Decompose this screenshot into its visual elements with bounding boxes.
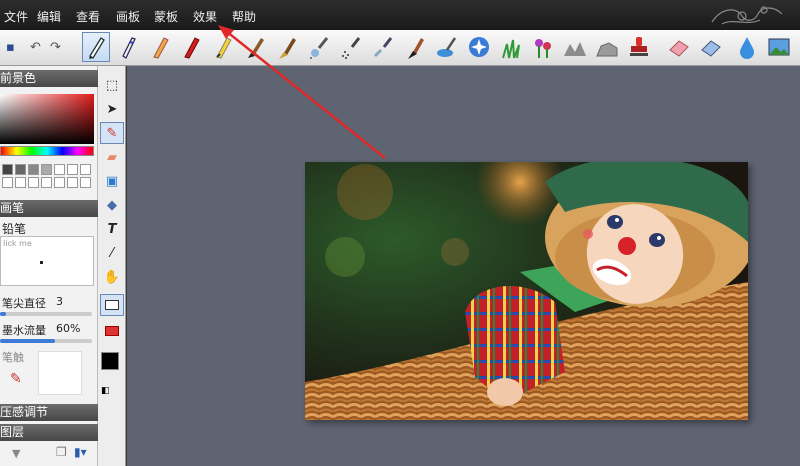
- oil-brush-tool-icon[interactable]: [273, 32, 301, 62]
- swatch[interactable]: [67, 177, 78, 188]
- swatch[interactable]: [80, 164, 91, 175]
- water-drop-tool-icon[interactable]: [733, 32, 761, 62]
- pencil-tool-icon[interactable]: [82, 32, 110, 62]
- eyedropper-icon[interactable]: ⁄: [100, 242, 124, 264]
- swatch[interactable]: [15, 177, 26, 188]
- brush-toolbar: ▪ ↶ ↷: [0, 30, 800, 66]
- brush-dot: [40, 261, 43, 264]
- swatch[interactable]: [54, 177, 65, 188]
- menu-effects[interactable]: 效果: [193, 8, 217, 25]
- tip-diameter-value: 3: [56, 295, 63, 308]
- foreground-color-swatch[interactable]: [101, 352, 119, 370]
- menu-bar: 文件 编辑 查看 画板 蒙板 效果 帮助: [0, 0, 800, 30]
- tip-diameter-label: 笔尖直径: [2, 297, 46, 310]
- swatch[interactable]: [41, 164, 52, 175]
- marker-red-tool-icon[interactable]: [177, 32, 205, 62]
- crayon-tool-icon[interactable]: [146, 32, 174, 62]
- menu-palette[interactable]: 画板: [116, 8, 140, 25]
- menu-help[interactable]: 帮助: [232, 8, 256, 25]
- app-window: 文件 编辑 查看 画板 蒙板 效果 帮助 ▪ ↶ ↷ 前景色 画笔 铅笔 lic…: [0, 0, 800, 466]
- star-stamp-tool-icon[interactable]: [465, 32, 493, 62]
- swatch[interactable]: [80, 177, 91, 188]
- layers-title: 图层: [0, 425, 25, 439]
- menu-mask[interactable]: 蒙板: [154, 8, 178, 25]
- layer-copy-icon[interactable]: ❐: [56, 445, 67, 459]
- pressure-header[interactable]: 压感调节: [0, 404, 98, 421]
- highlighter-tool-icon[interactable]: [209, 32, 237, 62]
- paint-brush-tool-icon[interactable]: [401, 32, 429, 62]
- brush-tool-icon[interactable]: ✎: [100, 122, 124, 144]
- swap-colors-icon[interactable]: ◧: [101, 386, 110, 396]
- marquee-select-icon[interactable]: ⬚: [100, 74, 124, 96]
- swatch[interactable]: [67, 164, 78, 175]
- airbrush-tool-icon[interactable]: [305, 32, 333, 62]
- pen-touch-label: 笔触: [2, 351, 24, 364]
- photo-clown-doll[interactable]: [305, 162, 748, 420]
- save-icon[interactable]: ▪: [6, 40, 15, 55]
- eraser-blue-tool-icon[interactable]: [697, 32, 725, 62]
- ink-flow-label: 墨水流量: [2, 324, 46, 337]
- brush-preview[interactable]: lick me: [0, 236, 94, 286]
- menu-edit[interactable]: 编辑: [37, 8, 61, 25]
- foreground-color-title: 前景色: [0, 71, 37, 85]
- water-brush-tool-icon[interactable]: [433, 32, 461, 62]
- swatch[interactable]: [15, 164, 26, 175]
- brush-header[interactable]: 画笔: [0, 200, 98, 217]
- undo-icon[interactable]: ↶: [30, 40, 41, 55]
- spray-tool-icon[interactable]: [337, 32, 365, 62]
- image-icon[interactable]: ▣: [100, 170, 124, 192]
- swatch[interactable]: [28, 177, 39, 188]
- swatch[interactable]: [41, 177, 52, 188]
- grass-tool-icon[interactable]: [497, 32, 525, 62]
- brush-tip-icon[interactable]: ✎: [10, 371, 22, 387]
- rock-tool-icon[interactable]: [593, 32, 621, 62]
- pressure-title: 压感调节: [0, 405, 49, 419]
- menu-view[interactable]: 查看: [76, 8, 100, 25]
- image-tool-icon[interactable]: [765, 32, 793, 62]
- move-pointer-icon[interactable]: ➤: [100, 98, 124, 120]
- pen-tool-icon[interactable]: [114, 32, 142, 62]
- tip-diameter-slider[interactable]: [0, 312, 92, 316]
- eraser-pink-tool-icon[interactable]: [665, 32, 693, 62]
- layer-add-icon[interactable]: ▮▾: [74, 445, 87, 459]
- rectangle-shape-icon[interactable]: [100, 294, 124, 316]
- layers-header[interactable]: 图层: [0, 424, 98, 441]
- swatch[interactable]: [2, 164, 13, 175]
- brush-name: 铅笔: [2, 222, 27, 236]
- stamp-tool-icon[interactable]: [625, 32, 653, 62]
- brush-title: 画笔: [0, 201, 25, 215]
- color-gradient-picker[interactable]: [0, 94, 94, 144]
- swatch[interactable]: [28, 164, 39, 175]
- flat-brush-tool-icon[interactable]: [241, 32, 269, 62]
- text-tool-icon[interactable]: T: [100, 218, 124, 240]
- decorative-flourish-icon: [711, 6, 783, 25]
- layer-down-icon[interactable]: ▼: [12, 447, 20, 460]
- hand-pan-icon[interactable]: ✋: [100, 266, 124, 288]
- ink-flow-value: 60%: [56, 322, 81, 335]
- menu-file[interactable]: 文件: [4, 8, 28, 25]
- fill-bucket-icon[interactable]: ◆: [100, 194, 124, 216]
- swatch[interactable]: [2, 177, 13, 188]
- swatch[interactable]: [54, 164, 65, 175]
- spray-can-tool-icon[interactable]: [369, 32, 397, 62]
- ink-flow-slider[interactable]: [0, 339, 92, 343]
- hue-slider[interactable]: [0, 146, 94, 156]
- flowers-tool-icon[interactable]: [529, 32, 557, 62]
- preview-hint: lick me: [3, 239, 32, 248]
- canvas-area[interactable]: [127, 66, 800, 466]
- shape-fill-icon[interactable]: [100, 320, 124, 342]
- clown-doll-image: [305, 162, 748, 420]
- vertical-toolbox: ⬚ ➤ ✎ ▰ ▣ ◆ T ⁄ ✋ ◧: [98, 66, 126, 466]
- redo-icon[interactable]: ↷: [50, 40, 61, 55]
- foreground-color-header[interactable]: 前景色: [0, 70, 98, 87]
- mountains-tool-icon[interactable]: [561, 32, 589, 62]
- left-panel: 前景色 画笔 铅笔 lick me 笔尖直径 3 墨水流量 60% 笔触 ✎ 压…: [0, 66, 98, 466]
- pen-touch-preview[interactable]: [38, 351, 82, 395]
- eraser-icon[interactable]: ▰: [100, 146, 124, 168]
